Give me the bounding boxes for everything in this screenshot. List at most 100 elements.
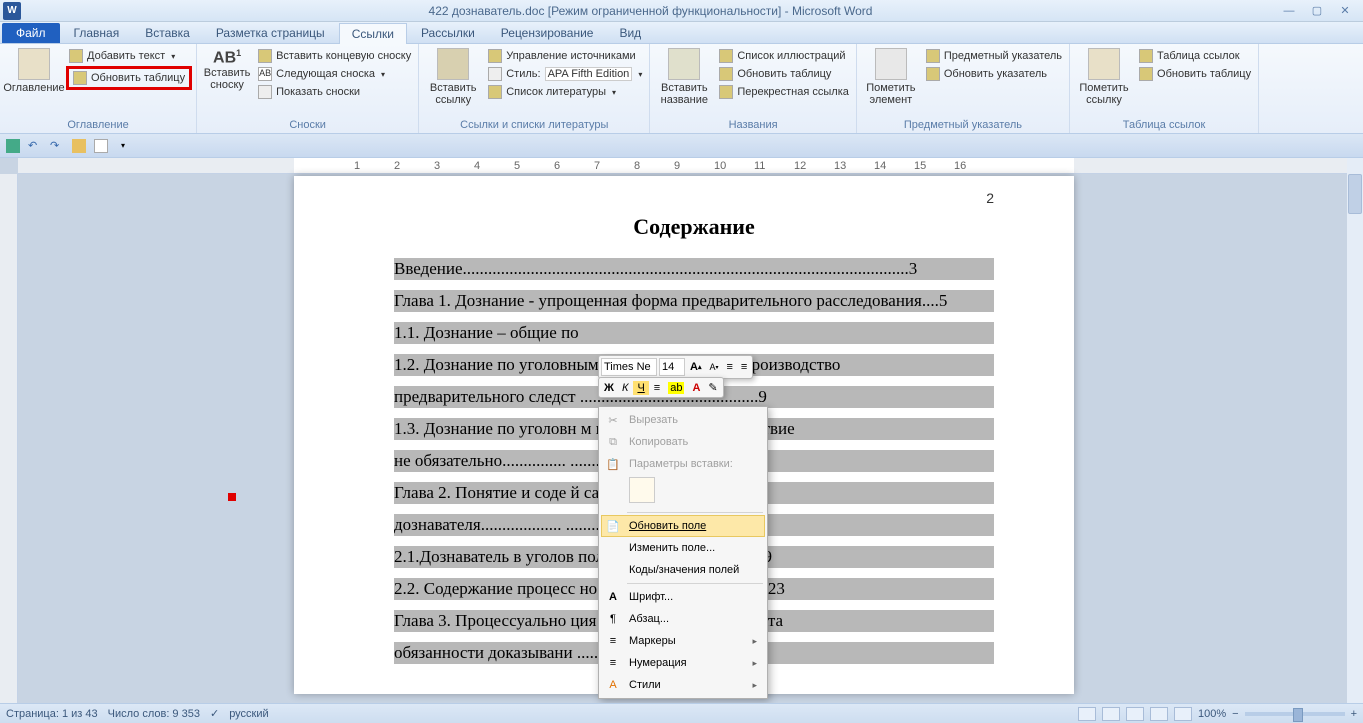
- context-menu: ✂Вырезать ⧉Копировать 📋Параметры вставки…: [598, 406, 768, 699]
- tab-view[interactable]: Вид: [607, 23, 653, 43]
- qat-undo-button[interactable]: ↶: [26, 137, 44, 155]
- cm-update-field[interactable]: 📄Обновить поле: [601, 515, 765, 537]
- cm-styles[interactable]: AСтили▸: [601, 674, 765, 696]
- footnotes-group-label: Сноски: [201, 117, 414, 133]
- minibar-font-color-icon[interactable]: A: [689, 381, 703, 395]
- tab-references[interactable]: Ссылки: [339, 23, 407, 44]
- insert-footnote-button[interactable]: AB1Вставить сноску: [201, 46, 253, 93]
- toc-line[interactable]: Введение................................…: [394, 258, 994, 280]
- minibar-format-painter-icon[interactable]: ✎: [705, 380, 720, 395]
- view-web-icon[interactable]: [1126, 707, 1144, 721]
- minibar-shrink-font-icon[interactable]: A▾: [706, 361, 721, 373]
- cm-copy[interactable]: ⧉Копировать: [601, 431, 765, 453]
- cm-bullets[interactable]: ≡Маркеры▸: [601, 630, 765, 652]
- insert-endnote-button[interactable]: Вставить концевую сноску: [255, 48, 414, 64]
- minibar-indent-right-icon[interactable]: ≡: [738, 360, 750, 374]
- minibar-bold-icon[interactable]: Ж: [601, 381, 617, 395]
- copy-icon: ⧉: [605, 434, 621, 450]
- minibar-grow-font-icon[interactable]: A▴: [687, 360, 704, 374]
- tab-mailings[interactable]: Рассылки: [409, 23, 487, 43]
- update-field-icon: 📄: [605, 518, 621, 534]
- vertical-ruler[interactable]: [0, 174, 18, 703]
- qat-new-button[interactable]: [92, 137, 110, 155]
- qat-save-button[interactable]: [4, 137, 22, 155]
- view-print-layout-icon[interactable]: [1078, 707, 1096, 721]
- update-index-button[interactable]: Обновить указатель: [923, 66, 1065, 82]
- styles-icon: A: [605, 677, 621, 693]
- cm-field-codes[interactable]: Коды/значения полей: [601, 559, 765, 581]
- cm-cut[interactable]: ✂Вырезать: [601, 409, 765, 431]
- qat-redo-button[interactable]: ↷: [48, 137, 66, 155]
- mini-toolbar-row2: Ж К Ч ≡ ab A ✎: [598, 377, 724, 398]
- zoom-level[interactable]: 100%: [1198, 708, 1226, 720]
- tab-home[interactable]: Главная: [62, 23, 132, 43]
- qat-open-button[interactable]: [70, 137, 88, 155]
- toc-group-label: Оглавление: [4, 117, 192, 133]
- tab-insert[interactable]: Вставка: [133, 23, 202, 43]
- qat-more-button[interactable]: ▾: [114, 137, 132, 155]
- toc-line[interactable]: 1.1. Дознание – общие по: [394, 322, 994, 344]
- toc-line[interactable]: Глава 1. Дознание - упрощенная форма пре…: [394, 290, 994, 312]
- tab-file[interactable]: Файл: [2, 23, 60, 43]
- minibar-highlight-icon[interactable]: ab: [665, 381, 687, 395]
- minibar-font-combo[interactable]: [601, 358, 657, 376]
- insert-citation-button[interactable]: Вставить ссылку: [423, 46, 483, 108]
- view-fullscreen-icon[interactable]: [1102, 707, 1120, 721]
- manage-sources-button[interactable]: Управление источниками: [485, 48, 645, 64]
- tab-review[interactable]: Рецензирование: [489, 23, 606, 43]
- mark-citation-button[interactable]: Пометить ссылку: [1074, 46, 1134, 108]
- tab-layout[interactable]: Разметка страницы: [204, 23, 337, 43]
- zoom-slider[interactable]: [1245, 712, 1345, 716]
- status-wordcount[interactable]: Число слов: 9 353: [108, 708, 200, 720]
- minibar-underline-icon[interactable]: Ч: [633, 381, 648, 395]
- citation-style-select[interactable]: Стиль: APA Fifth Edition▾: [485, 66, 645, 82]
- insert-toa-button[interactable]: Таблица ссылок: [1136, 48, 1254, 64]
- captions-group-label: Названия: [654, 117, 852, 133]
- minimize-button[interactable]: —: [1277, 4, 1301, 18]
- cross-reference-button[interactable]: Перекрестная ссылка: [716, 84, 852, 100]
- update-toa-button[interactable]: Обновить таблицу: [1136, 66, 1254, 82]
- cm-edit-field[interactable]: Изменить поле...: [601, 537, 765, 559]
- insert-caption-button[interactable]: Вставить название: [654, 46, 714, 108]
- numbering-icon: ≡: [605, 655, 621, 671]
- show-notes-button[interactable]: Показать сноски: [255, 84, 414, 100]
- minibar-italic-icon[interactable]: К: [619, 381, 631, 395]
- bullets-icon: ≡: [605, 633, 621, 649]
- update-captions-button[interactable]: Обновить таблицу: [716, 66, 852, 82]
- status-language[interactable]: русский: [229, 708, 268, 720]
- zoom-in-button[interactable]: +: [1351, 708, 1357, 720]
- bibliography-button[interactable]: Список литературы▾: [485, 84, 645, 100]
- minibar-size-combo[interactable]: [659, 358, 685, 376]
- view-outline-icon[interactable]: [1150, 707, 1168, 721]
- table-figures-button[interactable]: Список иллюстраций: [716, 48, 852, 64]
- mark-citation-label: Пометить ссылку: [1076, 82, 1132, 106]
- toc-button[interactable]: Оглавление: [4, 46, 64, 96]
- index-group-label: Предметный указатель: [861, 117, 1065, 133]
- insert-index-button[interactable]: Предметный указатель: [923, 48, 1065, 64]
- status-bar: Страница: 1 из 43 Число слов: 9 353 ✓ ру…: [0, 703, 1363, 723]
- zoom-out-button[interactable]: −: [1232, 708, 1238, 720]
- mark-entry-label: Пометить элемент: [863, 82, 919, 106]
- update-table-button[interactable]: Обновить таблицу: [66, 66, 192, 90]
- cm-font[interactable]: AШрифт...: [601, 586, 765, 608]
- status-page[interactable]: Страница: 1 из 43: [6, 708, 98, 720]
- add-text-button[interactable]: Добавить текст▾: [66, 48, 192, 64]
- horizontal-ruler[interactable]: 123 456 789 101112 131415 16: [18, 158, 1363, 174]
- cm-paragraph[interactable]: ¶Абзац...: [601, 608, 765, 630]
- minibar-indent-left-icon[interactable]: ≡: [724, 360, 736, 374]
- mark-entry-button[interactable]: Пометить элемент: [861, 46, 921, 108]
- minibar-align-icon[interactable]: ≡: [651, 381, 663, 395]
- status-spellcheck-icon[interactable]: ✓: [210, 707, 219, 720]
- toc-button-label: Оглавление: [3, 82, 64, 94]
- cm-numbering[interactable]: ≡Нумерация▸: [601, 652, 765, 674]
- vertical-scrollbar[interactable]: [1347, 158, 1363, 703]
- view-draft-icon[interactable]: [1174, 707, 1192, 721]
- insert-caption-label: Вставить название: [656, 82, 712, 106]
- title-bar: W 422 дознаватель.doc [Режим ограниченно…: [0, 0, 1363, 22]
- close-button[interactable]: ✕: [1333, 4, 1357, 18]
- cut-icon: ✂: [605, 412, 621, 428]
- next-footnote-button[interactable]: ABСледующая сноска▾: [255, 66, 414, 82]
- paste-option-icon[interactable]: [629, 477, 655, 503]
- quick-access-toolbar: ↶ ↷ ▾: [0, 134, 1363, 158]
- restore-button[interactable]: ▢: [1305, 4, 1329, 18]
